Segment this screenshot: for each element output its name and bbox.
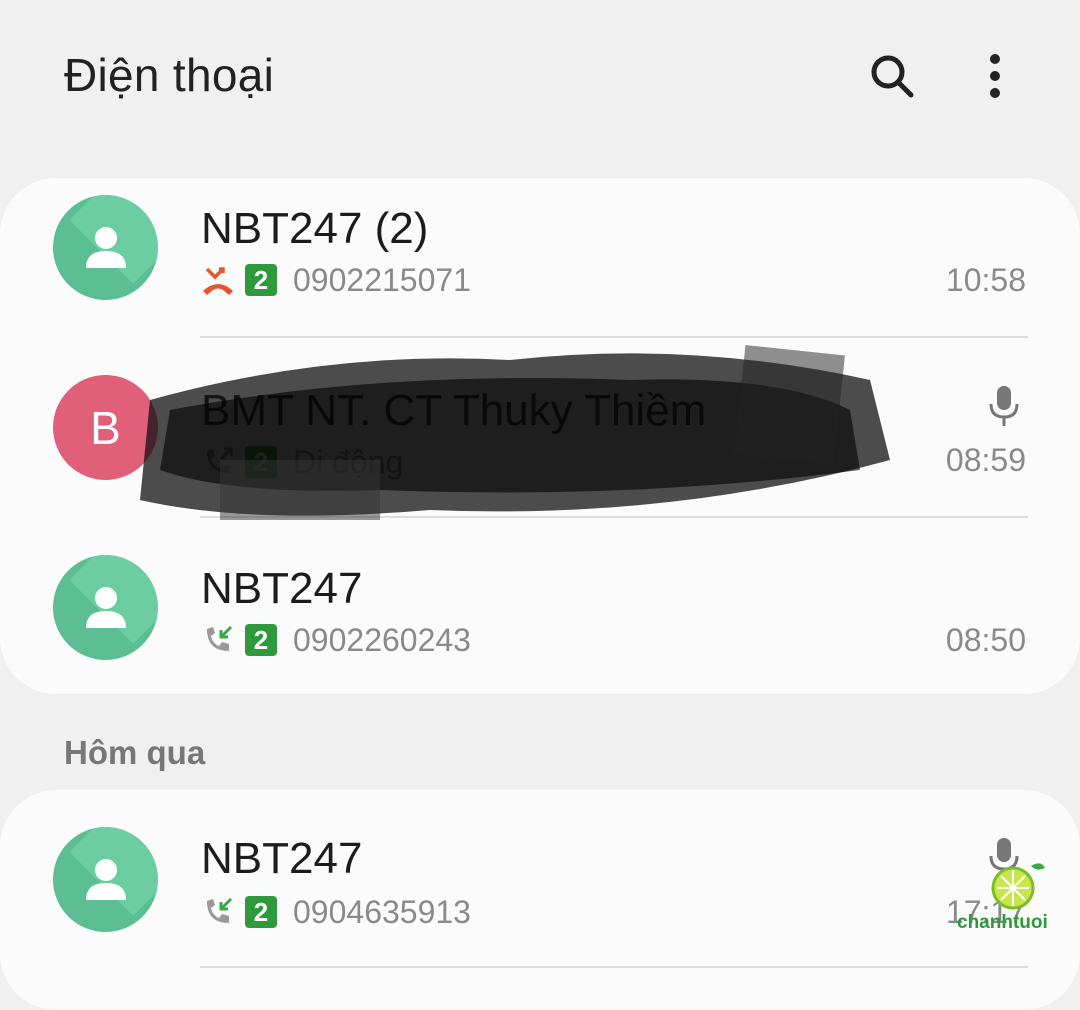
call-details: 2 Di động [201, 442, 403, 482]
call-time: 08:50 [945, 622, 1026, 658]
divider [200, 966, 1028, 968]
outgoing-call-icon [207, 447, 233, 473]
phone-number: 0904635913 [293, 893, 471, 930]
phone-number: Di động [293, 443, 404, 480]
person-icon [85, 226, 126, 268]
contact-name: BMT NT. CT Thuky Thiềm [201, 386, 707, 435]
page-title: Điện thoại [64, 49, 275, 101]
avatar[interactable] [53, 195, 158, 300]
search-icon[interactable] [862, 46, 922, 106]
avatar[interactable] [53, 555, 158, 660]
call-log-item[interactable]: NBT247 2 0902260243 08:50 [0, 518, 1080, 694]
incoming-call-icon [207, 625, 233, 651]
sim-badge: 2 [245, 446, 277, 478]
missed-call-icon [203, 267, 233, 295]
section-header-yesterday: Hôm qua [64, 734, 206, 771]
call-details: 2 0902260243 [201, 620, 471, 660]
contact-name: NBT247 [201, 564, 363, 613]
avatar-letter: B [90, 401, 121, 454]
avatar[interactable]: B [53, 375, 158, 480]
person-icon [85, 858, 126, 900]
call-log-item[interactable]: NBT247 2 0904635913 17:17 [0, 790, 1080, 968]
call-log-item[interactable]: B BMT NT. CT Thuky Thiềm 2 Di động 08:59 [0, 338, 1080, 516]
call-details: 2 0904635913 [201, 892, 471, 932]
call-log-item[interactable]: NBT247 (2) 2 0902215071 10:58 [0, 178, 1080, 356]
phone-number: 0902215071 [293, 261, 471, 298]
call-time: 10:58 [945, 262, 1026, 298]
call-time: 08:59 [945, 442, 1026, 478]
contact-name: NBT247 (2) [201, 204, 429, 253]
calls-yesterday-card: NBT247 2 0904635913 17:17 [0, 790, 1080, 1010]
sim-badge: 2 [245, 264, 277, 296]
incoming-call-icon [207, 897, 233, 923]
calls-today-card: NBT247 (2) 2 0902215071 10:58 B BMT NT. … [0, 178, 1080, 694]
person-icon [85, 586, 126, 628]
microphone-icon [989, 386, 1019, 426]
app-header: Điện thoại [0, 0, 1080, 150]
sim-badge: 2 [245, 624, 277, 656]
more-vertical-icon[interactable] [965, 46, 1025, 106]
avatar[interactable] [53, 827, 158, 932]
contact-name: NBT247 [201, 834, 363, 883]
phone-number: 0902260243 [293, 621, 471, 658]
sim-badge: 2 [245, 896, 277, 928]
call-details: 2 0902215071 [201, 260, 471, 300]
svg-text:chanhtuoi: chanhtuoi [957, 912, 1048, 933]
watermark-logo: chanhtuoi [957, 863, 1048, 933]
